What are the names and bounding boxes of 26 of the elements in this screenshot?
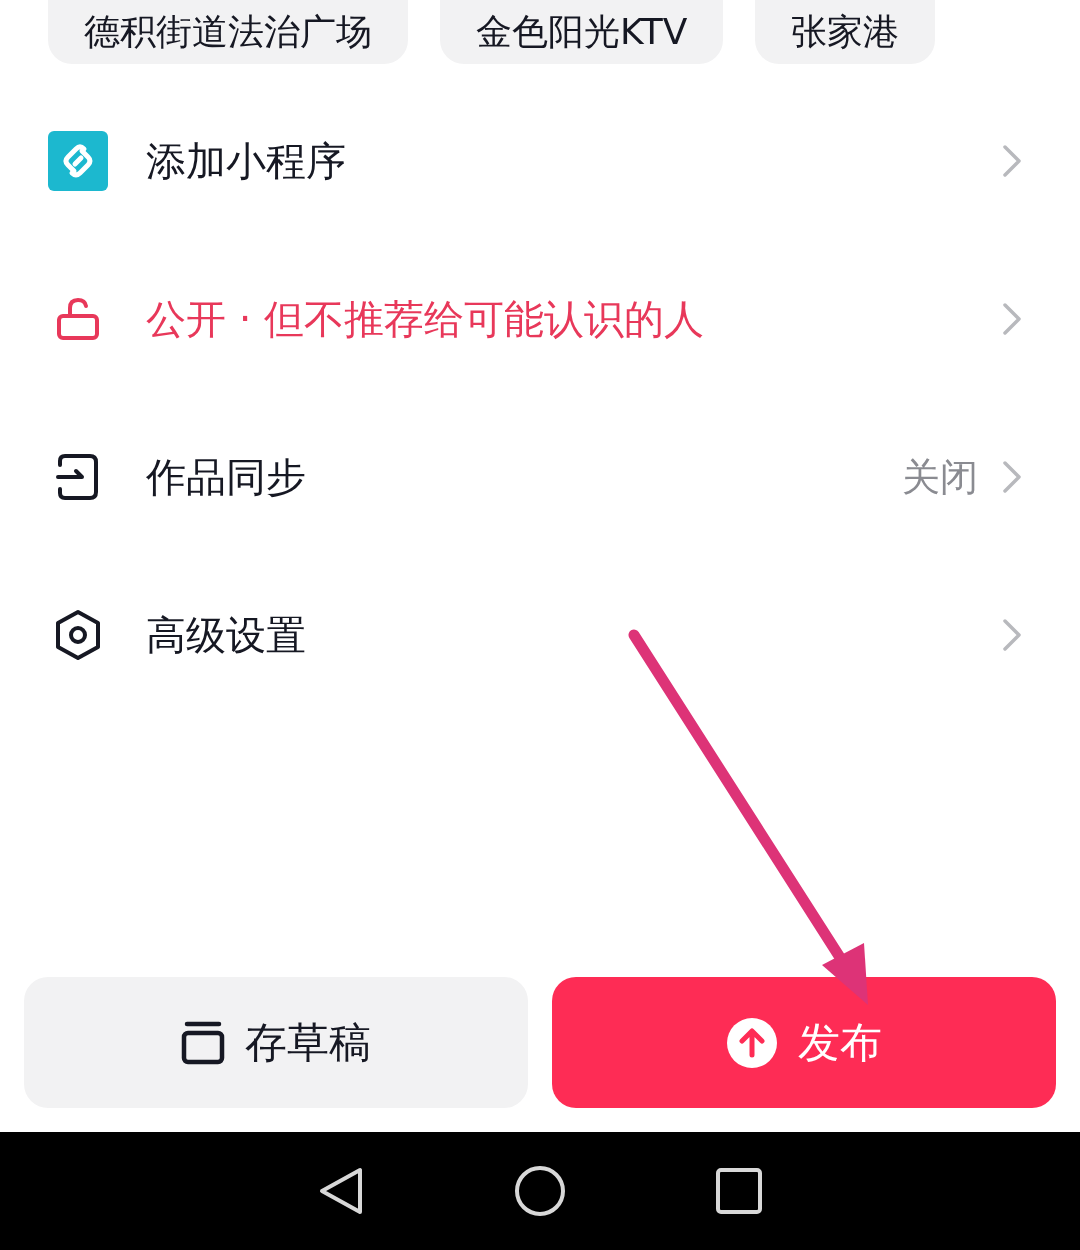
publish-button[interactable]: 发布 (552, 977, 1056, 1108)
row-label: 公开 · 但不推荐给可能认识的人 (146, 295, 705, 344)
row-label: 高级设置 (146, 611, 306, 660)
chevron-right-icon (1002, 460, 1022, 494)
settings-row[interactable]: 高级设置 (0, 556, 1080, 714)
home-icon[interactable] (514, 1165, 566, 1217)
chevron-right-icon (1002, 144, 1022, 178)
location-chip[interactable]: 金色阳光KTV (440, 0, 724, 64)
settings-icon (53, 609, 103, 661)
row-label: 添加小程序 (146, 137, 346, 186)
draft-box-icon (181, 1020, 225, 1065)
settings-row[interactable]: 公开 · 但不推荐给可能认识的人 (0, 240, 1080, 398)
settings-row[interactable]: 作品同步 关闭 (0, 398, 1080, 556)
unlocked-padlock-icon (55, 296, 101, 342)
recent-apps-icon[interactable] (716, 1168, 762, 1214)
chevron-right-icon (1002, 302, 1022, 336)
chevron-right-icon (1002, 618, 1022, 652)
settings-row[interactable]: 添加小程序 (0, 82, 1080, 240)
location-chip[interactable]: 德积街道法治广场 (48, 0, 408, 64)
upload-icon (726, 1016, 778, 1069)
back-icon[interactable] (318, 1166, 364, 1216)
link-icon (48, 131, 108, 191)
save-draft-button[interactable]: 存草稿 (24, 977, 528, 1108)
location-chip[interactable]: 张家港 (755, 0, 936, 64)
row-value: 关闭 (902, 453, 978, 501)
row-label: 作品同步 (146, 453, 306, 502)
